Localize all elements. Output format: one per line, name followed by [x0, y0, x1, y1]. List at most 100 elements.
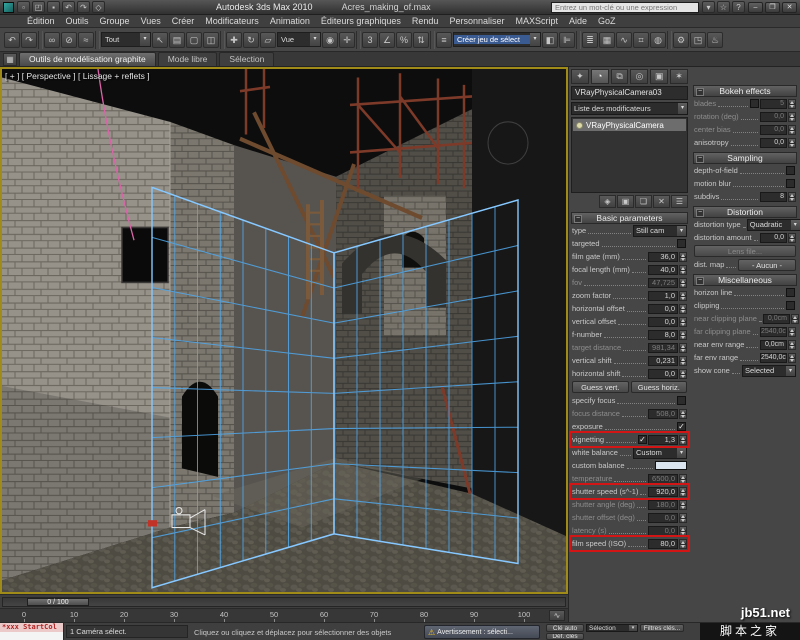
- named-selection-dropdown[interactable]: Créer jeu de sélect ▾: [453, 32, 541, 47]
- ribbon-tab-outils-de-mod-lisation-graphite[interactable]: Outils de modélisation graphite: [19, 52, 156, 66]
- reference-coordinate-d ropdown[interactable]: Vue ▾: [277, 32, 321, 47]
- shutter-angle-deg-value-field[interactable]: 180,0: [648, 499, 678, 510]
- far-clipping-plane-spinner[interactable]: [788, 326, 796, 337]
- object-name-field[interactable]: VRayPhysicalCamera03: [571, 86, 688, 100]
- time-slider[interactable]: 0 / 100: [0, 594, 568, 608]
- render-production-icon[interactable]: ♨: [707, 31, 723, 48]
- near-env-range-value-field[interactable]: 0,0cm: [760, 339, 787, 350]
- anisotropy-spinner[interactable]: [788, 137, 796, 148]
- select-and-scale-icon[interactable]: ▱: [260, 31, 276, 48]
- spinner-down-icon[interactable]: [679, 360, 687, 366]
- dist-map-button[interactable]: - Aucun -: [738, 258, 796, 271]
- near-env-range-spinner[interactable]: [788, 339, 796, 350]
- spinner-down-icon[interactable]: [679, 282, 687, 288]
- film-gate-mm-value-field[interactable]: 36,0: [648, 251, 678, 262]
- fov-spinner[interactable]: [679, 277, 687, 288]
- rollout-header-basic-parameters[interactable]: − Basic parameters: [571, 212, 688, 224]
- layer-manager-icon[interactable]: ≣: [582, 31, 598, 48]
- vertical-shift-spinner[interactable]: [679, 355, 687, 366]
- spinner-down-icon[interactable]: [679, 543, 687, 549]
- bind-to-space-warp-icon[interactable]: ≈: [78, 31, 94, 48]
- select-object-icon[interactable]: ↖: [152, 31, 168, 48]
- menu-dition[interactable]: Édition: [22, 16, 60, 26]
- spinner-down-icon[interactable]: [788, 196, 796, 202]
- temperature-spinner[interactable]: [679, 473, 687, 484]
- subdivs-spinner[interactable]: [788, 191, 796, 202]
- spinner-down-icon[interactable]: [788, 116, 796, 122]
- warning-taskbar-button[interactable]: ⚠ Avertissement : sélecti...: [424, 625, 540, 639]
- focus-distance-spinner[interactable]: [679, 408, 687, 419]
- new-scene-icon[interactable]: ▫: [17, 1, 30, 13]
- far-env-range-value-field[interactable]: 2540,0cm: [760, 352, 787, 363]
- spinner-down-icon[interactable]: [788, 344, 796, 350]
- viewport-label[interactable]: [ + ] [ Perspective ] [ Lissage + reflet…: [5, 71, 150, 81]
- render-setup-icon[interactable]: ⚙: [673, 31, 689, 48]
- selection-filter-dropdown[interactable]: Tout ▾: [101, 32, 151, 47]
- horizontal-shift-spinner[interactable]: [679, 368, 687, 379]
- spinner-down-icon[interactable]: [788, 331, 796, 337]
- spinner-down-icon[interactable]: [679, 530, 687, 536]
- search-history-icon[interactable]: ▾: [702, 1, 715, 13]
- redo-icon[interactable]: ↷: [21, 31, 37, 48]
- open-file-icon[interactable]: ◰: [32, 1, 45, 13]
- depth-of-field-checkbox[interactable]: [786, 166, 795, 175]
- listener-macro-line[interactable]: *xxx StartCol: [0, 623, 63, 632]
- curve-editor-icon[interactable]: ∿: [616, 31, 632, 48]
- menu-personnaliser[interactable]: Personnaliser: [444, 16, 509, 26]
- key-selection-dropdown[interactable]: Sélection ▾: [586, 624, 638, 632]
- horizontal-shift-value-field[interactable]: 0,0: [648, 368, 678, 379]
- undo-icon[interactable]: ↶: [4, 31, 20, 48]
- spinner-down-icon[interactable]: [679, 491, 687, 497]
- window-crossing-icon[interactable]: ◫: [203, 31, 219, 48]
- percent-snap-icon[interactable]: %: [396, 31, 412, 48]
- pin-stack-icon[interactable]: ◈: [599, 195, 616, 208]
- lens-file-button[interactable]: Lens file...: [694, 245, 796, 257]
- help-icon[interactable]: ?: [732, 1, 745, 13]
- spinner-down-icon[interactable]: [679, 347, 687, 353]
- minimize-button[interactable]: –: [748, 1, 763, 13]
- fetch-icon[interactable]: ◇: [92, 1, 105, 13]
- modifier-stack-item[interactable]: VRayPhysicalCamera: [573, 119, 686, 131]
- ribbon-tab-mode-libre[interactable]: Mode libre: [157, 52, 218, 66]
- display-tab-icon[interactable]: ▣: [650, 69, 669, 84]
- viewport-scene[interactable]: [2, 69, 566, 592]
- track-bar[interactable]: ∿ 0 10 20 30 40 50 60 70 80 90 100: [0, 608, 568, 622]
- modifier-list-dropdown[interactable]: Liste des modificateurs ▾: [571, 102, 688, 115]
- ribbon-tab-s-lection[interactable]: Sélection: [219, 52, 275, 66]
- open-mini-curve-editor-icon[interactable]: ∿: [549, 610, 565, 621]
- spinner-down-icon[interactable]: [790, 318, 799, 324]
- distortion-type-dropdown[interactable]: Quadratic ▾: [746, 218, 800, 231]
- guess-vert-button[interactable]: Guess vert.: [572, 381, 629, 393]
- target-distance-spinner[interactable]: [679, 342, 687, 353]
- maxscript-mini-listener[interactable]: *xxx StartCol: [0, 623, 64, 640]
- near-clipping-plane-value-field[interactable]: 0,0cm: [762, 313, 790, 324]
- menu-aide[interactable]: Aide: [564, 16, 592, 26]
- rollout-header-bokeh-effects[interactable]: − Bokeh effects: [693, 85, 797, 97]
- distortion-amount-value-field[interactable]: 0,0: [760, 232, 787, 243]
- spinner-down-icon[interactable]: [679, 439, 687, 445]
- mirror-icon[interactable]: ◧: [542, 31, 558, 48]
- vertical-offset-spinner[interactable]: [679, 316, 687, 327]
- spinner-down-icon[interactable]: [679, 413, 687, 419]
- film-gate-mm-spinner[interactable]: [679, 251, 687, 262]
- near-clipping-plane-spinner[interactable]: [790, 313, 799, 324]
- menu-animation[interactable]: Animation: [265, 16, 315, 26]
- graphite-tools-icon[interactable]: ▦: [3, 53, 17, 66]
- white-balance-dropdown[interactable]: Custom ▾: [633, 446, 687, 459]
- auto-key-button[interactable]: Clé auto: [546, 624, 584, 632]
- horizon-line-checkbox[interactable]: [786, 288, 795, 297]
- time-slider-handle[interactable]: 0 / 100: [27, 597, 89, 606]
- horizontal-offset-spinner[interactable]: [679, 303, 687, 314]
- far-env-range-spinner[interactable]: [788, 352, 796, 363]
- configure-modifier-sets-icon[interactable]: ☰: [671, 195, 688, 208]
- targeted-checkbox[interactable]: [677, 239, 686, 248]
- spinner-down-icon[interactable]: [679, 321, 687, 327]
- material-editor-icon[interactable]: ◍: [650, 31, 666, 48]
- blades-value-field[interactable]: 5: [760, 98, 787, 109]
- rotation-deg-spinner[interactable]: [788, 111, 796, 122]
- horizontal-offset-value-field[interactable]: 0,0: [648, 303, 678, 314]
- show-end-result-icon[interactable]: ▣: [617, 195, 634, 208]
- film-speed-iso-spinner[interactable]: [679, 538, 687, 549]
- rectangular-selection-icon[interactable]: ▢: [186, 31, 202, 48]
- spinner-down-icon[interactable]: [788, 142, 796, 148]
